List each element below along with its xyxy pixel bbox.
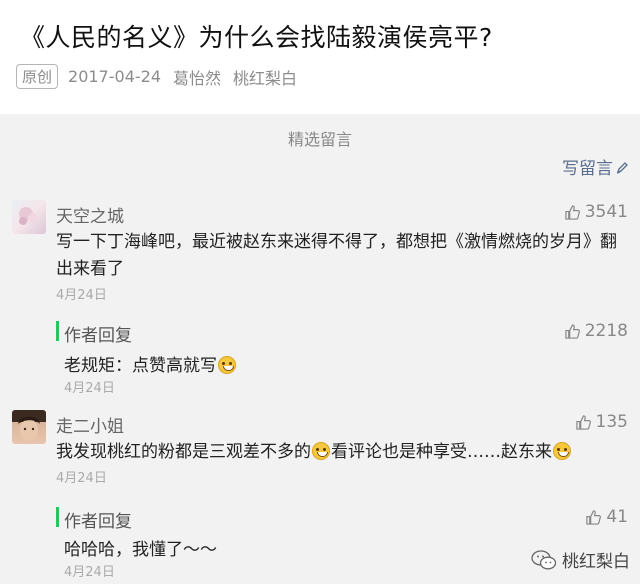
thumbs-up-icon xyxy=(575,414,591,430)
author-name: 葛怡然 xyxy=(173,68,222,88)
article-header: 《人民的名义》为什么会找陆毅演侯亮平? 原创 2017-04-24 葛怡然 桃红… xyxy=(0,0,640,114)
reply-indicator xyxy=(56,507,59,527)
like-count: 135 xyxy=(595,412,628,432)
reply-date: 4月24日 xyxy=(64,381,115,396)
comment-text: 写一下丁海峰吧，最近被赵东来迷得不得了，都想把《激情燃烧的岁月》翻出来看了 xyxy=(56,232,617,279)
like-button[interactable]: 2218 xyxy=(565,321,628,341)
author-reply-text: 老规矩：点赞高就写 xyxy=(64,351,237,376)
avatar[interactable] xyxy=(12,200,46,234)
comment-nickname[interactable]: 走二小姐 xyxy=(56,412,124,437)
author-reply-label: 作者回复 xyxy=(64,512,132,532)
like-count: 2218 xyxy=(584,321,628,341)
comment-text: 我发现桃红的粉都是三观差不多的 看评论也是种享受……赵东来 xyxy=(56,439,630,466)
grin-emoji-icon xyxy=(312,442,330,460)
watermark-text: 桃红梨白 xyxy=(562,552,630,572)
comment-date: 4月24日 xyxy=(56,288,107,303)
article-meta: 原创 2017-04-24 葛怡然 桃红梨白 xyxy=(16,64,297,89)
grin-emoji-icon xyxy=(553,442,571,460)
account-name-link[interactable]: 桃红梨白 xyxy=(233,65,297,89)
grin-emoji-icon xyxy=(218,356,236,374)
reply-text: 老规矩：点赞高就写 xyxy=(64,356,217,376)
like-count: 3541 xyxy=(584,202,628,222)
original-tag: 原创 xyxy=(16,64,59,89)
flower-avatar-icon xyxy=(19,207,38,225)
publish-date: 2017-04-24 xyxy=(68,67,161,86)
like-button[interactable]: 3541 xyxy=(565,202,628,222)
like-count: 41 xyxy=(606,507,628,527)
like-button[interactable]: 135 xyxy=(575,412,628,432)
thumbs-up-icon xyxy=(565,204,580,220)
write-comment-label: 写留言 xyxy=(562,159,613,179)
reply-text: 哈哈哈，我懂了～～ xyxy=(64,540,217,560)
author-reply-label: 作者回复 xyxy=(64,326,132,346)
thumbs-up-icon xyxy=(586,509,602,525)
comment-nickname[interactable]: 天空之城 xyxy=(56,202,124,227)
reply-indicator xyxy=(56,321,59,341)
person-avatar-icon xyxy=(18,416,40,441)
comment-text-part: 我发现桃红的粉都是三观差不多的 xyxy=(56,442,311,462)
write-comment-button[interactable]: 写留言 xyxy=(562,154,628,179)
thumbs-up-icon xyxy=(565,323,580,339)
avatar[interactable] xyxy=(12,410,46,444)
comment-text-part: 看评论也是种享受……赵东来 xyxy=(331,442,552,462)
reply-date: 4月24日 xyxy=(64,565,115,580)
article-title: 《人民的名义》为什么会找陆毅演侯亮平? xyxy=(20,23,493,52)
pencil-icon xyxy=(616,161,628,174)
comments-section-title: 精选留言 xyxy=(287,130,352,149)
watermark: 桃红梨白 xyxy=(531,547,630,572)
comment-date: 4月24日 xyxy=(56,471,107,486)
wechat-icon xyxy=(531,549,557,569)
like-button[interactable]: 41 xyxy=(586,507,628,527)
